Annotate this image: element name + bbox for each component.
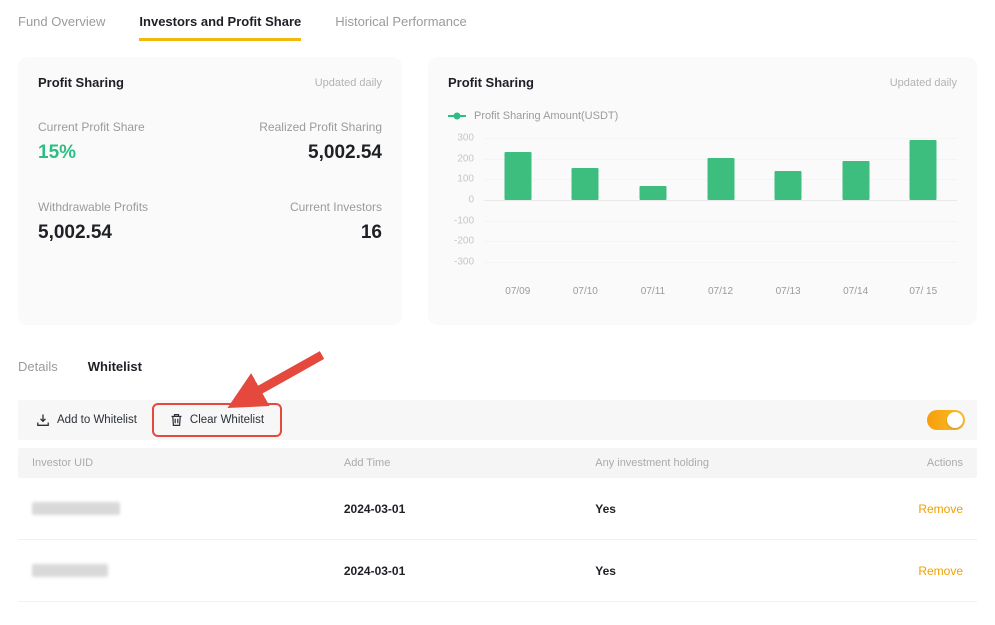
header-add-time: Add Time (344, 457, 595, 469)
investor-uid-redacted (32, 502, 120, 515)
y-tick-label: 100 (457, 174, 474, 185)
add-to-whitelist-label: Add to Whitelist (57, 414, 137, 426)
remove-link[interactable]: Remove (847, 564, 963, 578)
gridline (484, 262, 957, 263)
clear-whitelist-annotated-area: Clear Whitelist (164, 413, 270, 427)
x-tick-label: 07/10 (552, 286, 620, 297)
stat-label: Withdrawable Profits (38, 200, 210, 214)
x-tick-label: 07/11 (619, 286, 687, 297)
summary-stats-grid: Current Profit Share 15% Realized Profit… (38, 120, 382, 244)
holding-cell: Yes (595, 502, 846, 516)
x-tick-label: 07/12 (687, 286, 755, 297)
chart-plot (484, 138, 957, 262)
y-tick-label: -300 (454, 257, 474, 268)
stat-value: 15% (38, 142, 210, 164)
add-time-cell: 2024-03-01 (344, 502, 595, 516)
stat-realized-profit-sharing: Realized Profit Sharing 5,002.54 (210, 120, 382, 164)
holding-cell: Yes (595, 564, 846, 578)
bar (504, 152, 531, 200)
y-tick-label: -200 (454, 236, 474, 247)
profit-sharing-bar-chart: 3002001000-100-200-300 (448, 138, 957, 262)
tab-historical-performance[interactable]: Historical Performance (335, 14, 467, 41)
chart-card-updated-note: Updated daily (890, 77, 957, 89)
x-tick-label: 07/14 (822, 286, 890, 297)
chart-column (889, 138, 957, 262)
chart-column (552, 138, 620, 262)
stat-value: 16 (210, 222, 382, 244)
stat-current-profit-share: Current Profit Share 15% (38, 120, 210, 164)
x-tick-label: 07/09 (484, 286, 552, 297)
investor-uid-redacted (32, 564, 108, 577)
clear-whitelist-button[interactable]: Clear Whitelist (164, 413, 270, 427)
header-actions: Actions (847, 457, 963, 469)
chart-legend: Profit Sharing Amount(USDT) (448, 110, 957, 122)
add-to-whitelist-button[interactable]: Add to Whitelist (30, 413, 143, 427)
x-tick-label: 07/13 (754, 286, 822, 297)
chart-y-axis: 3002001000-100-200-300 (448, 138, 484, 262)
summary-card-updated-note: Updated daily (315, 77, 382, 89)
chart-column (687, 138, 755, 262)
chart-column (822, 138, 890, 262)
bar (707, 158, 734, 200)
profit-sharing-chart-card: Profit Sharing Updated daily Profit Shar… (428, 57, 977, 325)
trash-icon (170, 413, 183, 427)
add-to-whitelist-icon (36, 413, 50, 427)
stat-value: 5,002.54 (210, 142, 382, 164)
cards-row: Profit Sharing Updated daily Current Pro… (18, 57, 977, 325)
whitelist-table: Investor UID Add Time Any investment hol… (18, 448, 977, 602)
y-tick-label: 300 (457, 133, 474, 144)
bar (842, 161, 869, 200)
legend-line-dot-icon (448, 115, 466, 117)
summary-card-header: Profit Sharing Updated daily (38, 75, 382, 90)
chart-column (754, 138, 822, 262)
y-tick-label: 0 (468, 195, 474, 206)
chart-card-title: Profit Sharing (448, 75, 534, 90)
page: Fund Overview Investors and Profit Share… (0, 0, 995, 625)
chart-card-header: Profit Sharing Updated daily (448, 75, 957, 90)
stat-current-investors: Current Investors 16 (210, 200, 382, 244)
whitelist-toggle[interactable] (927, 410, 965, 430)
sub-tab-bar: Details Whitelist (18, 359, 977, 374)
toggle-knob (947, 412, 963, 428)
remove-link[interactable]: Remove (847, 502, 963, 516)
bar (775, 171, 802, 200)
stat-withdrawable-profits: Withdrawable Profits 5,002.54 (38, 200, 210, 244)
tab-investors-and-profit-share[interactable]: Investors and Profit Share (139, 14, 301, 41)
bar (639, 186, 666, 200)
stat-value: 5,002.54 (38, 222, 210, 244)
chart-column (619, 138, 687, 262)
annotation-arrow-icon (198, 347, 338, 417)
tab-fund-overview[interactable]: Fund Overview (18, 14, 105, 41)
subtab-details[interactable]: Details (18, 359, 58, 374)
summary-card-title: Profit Sharing (38, 75, 124, 90)
table-header-row: Investor UID Add Time Any investment hol… (18, 448, 977, 478)
add-time-cell: 2024-03-01 (344, 564, 595, 578)
table-row: 2024-03-01 Yes Remove (18, 540, 977, 602)
stat-label: Realized Profit Sharing (210, 120, 382, 134)
stat-label: Current Profit Share (38, 120, 210, 134)
y-tick-label: -100 (454, 215, 474, 226)
table-row: 2024-03-01 Yes Remove (18, 478, 977, 540)
x-tick-label: 07/ 15 (889, 286, 957, 297)
y-tick-label: 200 (457, 153, 474, 164)
chart-x-labels: 07/0907/1007/1107/1207/1307/1407/ 15 (484, 286, 957, 297)
bar (572, 168, 599, 200)
whitelist-toolbar: Add to Whitelist Clear Whitelist (18, 400, 977, 440)
subtab-whitelist[interactable]: Whitelist (88, 359, 142, 374)
stat-label: Current Investors (210, 200, 382, 214)
legend-label: Profit Sharing Amount(USDT) (474, 110, 618, 122)
bar (910, 140, 937, 200)
toolbar-divider (153, 412, 154, 428)
header-any-investment-holding: Any investment holding (595, 457, 846, 469)
profit-sharing-summary-card: Profit Sharing Updated daily Current Pro… (18, 57, 402, 325)
chart-column (484, 138, 552, 262)
header-investor-uid: Investor UID (32, 457, 344, 469)
clear-whitelist-label: Clear Whitelist (190, 414, 264, 426)
chart-bars (484, 138, 957, 262)
top-tab-bar: Fund Overview Investors and Profit Share… (18, 14, 977, 41)
